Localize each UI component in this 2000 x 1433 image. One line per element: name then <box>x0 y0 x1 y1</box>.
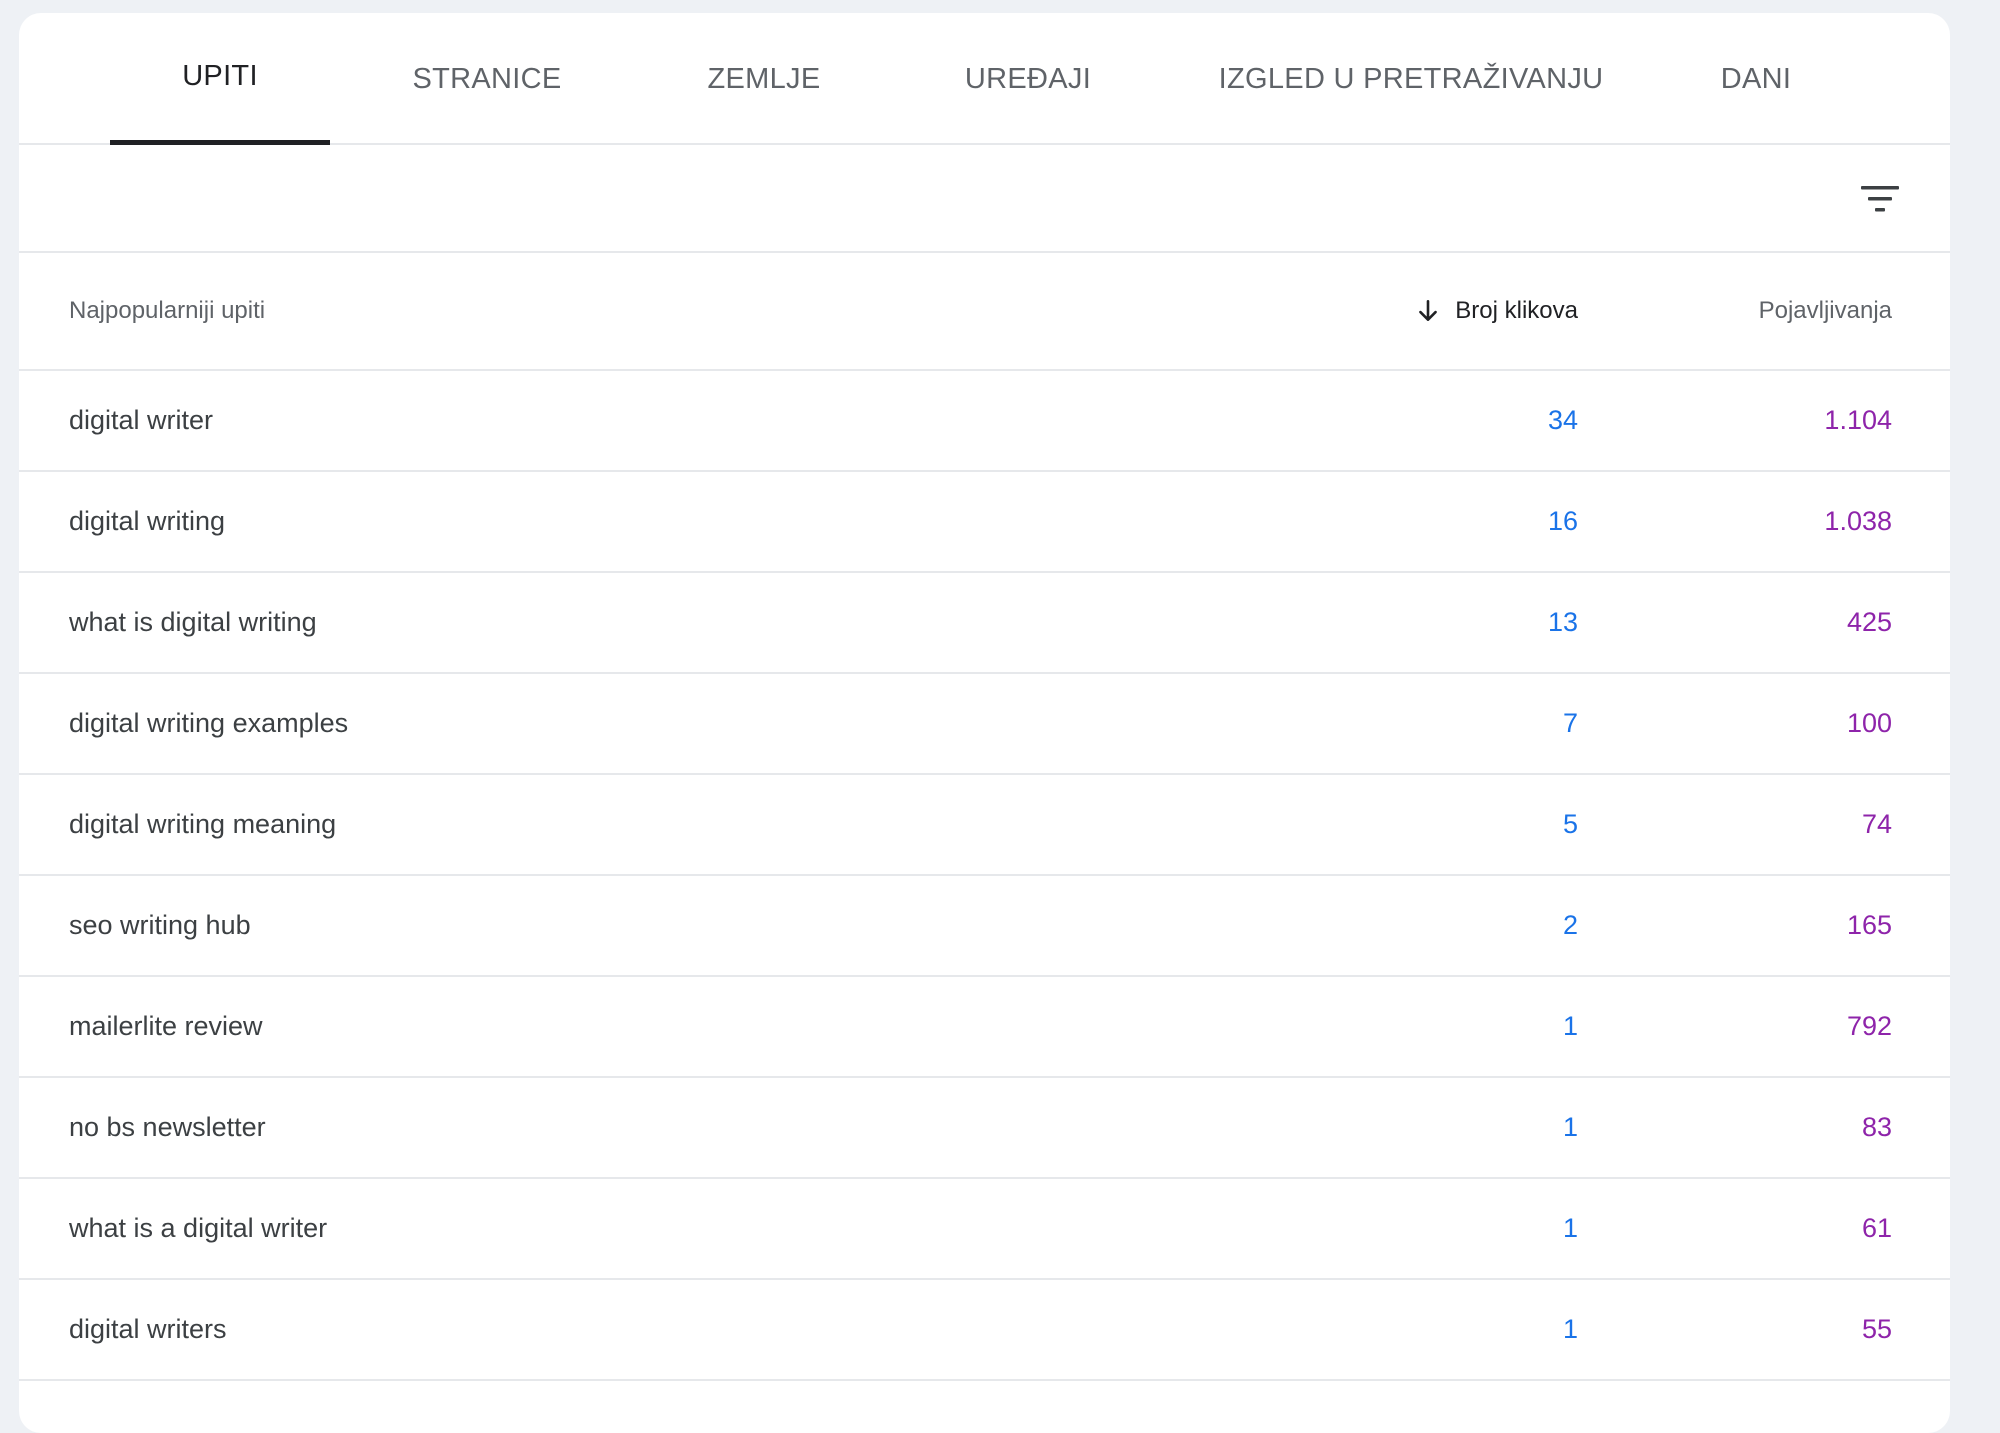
impressions-cell: 1.104 <box>1824 405 1892 435</box>
query-cell: no bs newsletter <box>69 1112 266 1142</box>
column-header-impressions[interactable]: Pojavljivanja <box>1759 253 1892 369</box>
query-cell: seo writing hub <box>69 910 251 940</box>
impressions-cell: 74 <box>1861 809 1892 839</box>
query-cell: what is digital writing <box>69 607 317 637</box>
table-row[interactable]: mailerlite review 1 792 <box>19 977 1950 1078</box>
clicks-cell: 34 <box>1547 405 1578 435</box>
clicks-cell: 1 <box>1562 1213 1578 1243</box>
table-row[interactable]: no bs newsletter 1 83 <box>19 1078 1950 1179</box>
table-header: Najpopularniji upiti Broj klikova Pojavl… <box>19 253 1950 371</box>
clicks-cell: 5 <box>1562 809 1578 839</box>
filter-icon <box>1861 186 1899 212</box>
column-header-clicks-label: Broj klikova <box>1455 297 1578 324</box>
impressions-cell: 83 <box>1861 1112 1892 1142</box>
impressions-cell: 1.038 <box>1824 506 1892 536</box>
impressions-cell: 165 <box>1846 910 1892 940</box>
arrow-down-icon <box>1419 299 1438 321</box>
column-header-clicks[interactable]: Broj klikova <box>1415 253 1578 369</box>
clicks-cell: 16 <box>1547 506 1578 536</box>
query-cell: digital writing meaning <box>69 809 337 839</box>
impressions-cell: 425 <box>1846 607 1892 637</box>
clicks-cell: 2 <box>1562 910 1578 940</box>
tab-queries[interactable]: UPITI <box>110 13 330 145</box>
table-row[interactable]: digital writer 34 1.104 <box>19 371 1950 472</box>
query-cell: digital writing examples <box>69 708 349 738</box>
impressions-cell: 61 <box>1861 1213 1892 1243</box>
table-row[interactable]: what is digital writing 13 425 <box>19 573 1950 674</box>
clicks-cell: 7 <box>1562 708 1578 738</box>
table-row[interactable]: digital writing examples 7 100 <box>19 674 1950 775</box>
table-row[interactable]: digital writing 16 1.038 <box>19 472 1950 573</box>
tab-devices[interactable]: UREĐAJI <box>933 13 1123 145</box>
clicks-cell: 1 <box>1562 1011 1578 1041</box>
query-cell: what is a digital writer <box>69 1213 328 1243</box>
table-body: digital writer 34 1.104 digital writing … <box>19 371 1950 1381</box>
tab-pages[interactable]: STRANICE <box>387 13 587 145</box>
query-cell: digital writer <box>69 405 214 435</box>
impressions-cell: 100 <box>1846 708 1892 738</box>
tab-countries[interactable]: ZEMLJE <box>679 13 849 145</box>
table-row[interactable]: what is a digital writer 1 61 <box>19 1179 1950 1280</box>
tab-search-appearance[interactable]: IZGLED U PRETRAŽIVANJU <box>1201 13 1621 145</box>
impressions-cell: 792 <box>1846 1011 1892 1041</box>
filter-button[interactable] <box>1852 171 1908 227</box>
query-cell: digital writing <box>69 506 226 536</box>
clicks-cell: 13 <box>1547 607 1578 637</box>
table-row[interactable]: digital writers 1 55 <box>19 1280 1950 1381</box>
tab-dates[interactable]: DANI <box>1699 13 1813 145</box>
table-row[interactable]: digital writing meaning 5 74 <box>19 775 1950 876</box>
performance-table-card: UPITI STRANICE ZEMLJE UREĐAJI IZGLED U P… <box>19 13 1950 1433</box>
column-header-query: Najpopularniji upiti <box>69 297 266 324</box>
query-cell: mailerlite review <box>69 1011 263 1041</box>
dimension-tabs: UPITI STRANICE ZEMLJE UREĐAJI IZGLED U P… <box>19 13 1950 145</box>
table-toolbar <box>19 145 1950 253</box>
impressions-cell: 55 <box>1861 1314 1892 1344</box>
clicks-cell: 1 <box>1562 1314 1578 1344</box>
clicks-cell: 1 <box>1562 1112 1578 1142</box>
table-row[interactable]: seo writing hub 2 165 <box>19 876 1950 977</box>
query-cell: digital writers <box>69 1314 227 1344</box>
